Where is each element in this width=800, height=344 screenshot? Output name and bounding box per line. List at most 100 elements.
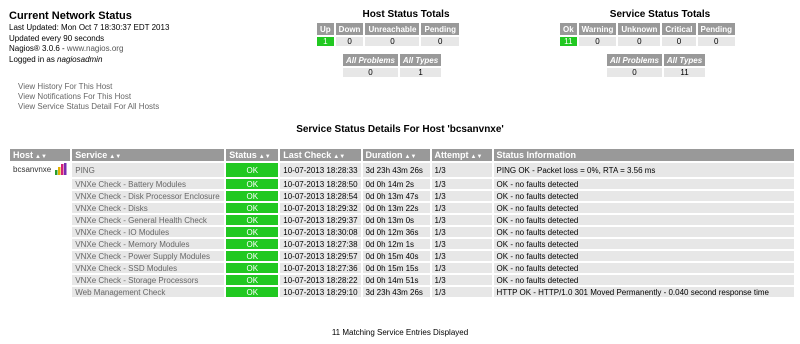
service-name[interactable]: VNXe Check - General Health Check [72, 215, 225, 225]
service-details-title: Service Status Details For Host 'bcsanvn… [296, 124, 504, 135]
service-warning-count: 0 [578, 37, 617, 46]
attempt: 1/3 [431, 263, 492, 273]
bars-icon[interactable] [55, 163, 67, 177]
service-name[interactable]: PING [72, 163, 225, 177]
service-name[interactable]: VNXe Check - IO Modules [72, 227, 225, 237]
table-row: VNXe Check - Disk Processor Enclosure OK 1… [10, 191, 794, 201]
duration: 0d 0h 12m 1s [362, 239, 430, 249]
last-check: 10-07-2013 18:28:54 [280, 191, 361, 201]
view-all-services-link[interactable]: View Service Status Detail For All Hosts [18, 102, 159, 112]
service-name[interactable]: VNXe Check - Storage Processors [72, 275, 225, 285]
version-text: Nagios® 3.0.6 - [9, 44, 67, 53]
column-duration[interactable]: Duration ▲▼ [362, 149, 430, 161]
attempt: 1/3 [431, 287, 492, 297]
table-row: bcsanvnxe PING OK 10-07-2013 18:28:33 3d 23h… [10, 163, 794, 177]
host-all-types-count: 1 [399, 68, 442, 77]
host-empty-cell [10, 203, 71, 213]
service-all-problems-header[interactable]: All Problems [607, 54, 662, 66]
last-check: 10-07-2013 18:29:10 [280, 287, 361, 297]
service-pending-header[interactable]: Pending [697, 23, 736, 35]
status-information: OK - no faults detected [493, 203, 794, 213]
host-all-problems-header[interactable]: All Problems [343, 54, 398, 66]
service-ok-header[interactable]: Ok [560, 23, 577, 35]
host-empty-cell [10, 179, 71, 189]
service-name[interactable]: VNXe Check - Battery Modules [72, 179, 225, 189]
status-badge: OK [226, 263, 279, 273]
last-check: 10-07-2013 18:27:36 [280, 263, 361, 273]
column-service[interactable]: Service ▲▼ [72, 149, 225, 161]
status-badge: OK [226, 203, 279, 213]
attempt: 1/3 [431, 227, 492, 237]
view-history-link[interactable]: View History For This Host [18, 82, 159, 92]
service-name[interactable]: VNXe Check - Memory Modules [72, 239, 225, 249]
host-pending-header[interactable]: Pending [421, 23, 460, 35]
service-unknown-header[interactable]: Unknown [618, 23, 661, 35]
status-information: OK - no faults detected [493, 191, 794, 201]
host-down-header[interactable]: Down [335, 23, 364, 35]
host-empty-cell [10, 191, 71, 201]
service-pending-count: 0 [697, 37, 736, 46]
host-up-header[interactable]: Up [317, 23, 334, 35]
column-host[interactable]: Host ▲▼ [10, 149, 71, 161]
last-check: 10-07-2013 18:28:50 [280, 179, 361, 189]
last-check: 10-07-2013 18:29:32 [280, 203, 361, 213]
username: nagiosadmin [57, 54, 103, 64]
service-name[interactable]: VNXe Check - Power Supply Modules [72, 251, 225, 261]
last-check: 10-07-2013 18:27:38 [280, 239, 361, 249]
page-title: Current Network Status [9, 10, 132, 22]
nagios-site-link[interactable]: www.nagios.org [67, 44, 123, 53]
table-row: Web Management Check OK 10-07-2013 18:29:1… [10, 287, 794, 297]
host-unreachable-header[interactable]: Unreachable [365, 23, 420, 35]
host-empty-cell [10, 287, 71, 297]
host-totals-table: Up Down Unreachable Pending 1 0 0 0 [315, 21, 461, 48]
host-all-types-header[interactable]: All Types [399, 54, 442, 66]
duration: 0d 0h 15m 40s [362, 251, 430, 261]
service-all-problems-count: 0 [607, 68, 662, 77]
sort-arrows-icon[interactable]: ▲▼ [35, 154, 47, 160]
status-badge: OK [226, 287, 279, 297]
host-summary-table: All Problems All Types 0 1 [341, 52, 443, 79]
last-check: 10-07-2013 18:29:37 [280, 215, 361, 225]
service-name[interactable]: VNXe Check - Disk Processor Enclosure [72, 191, 225, 201]
host-empty-cell [10, 251, 71, 261]
service-critical-header[interactable]: Critical [662, 23, 696, 35]
host-empty-cell [10, 239, 71, 249]
column-last-check[interactable]: Last Check ▲▼ [280, 149, 361, 161]
host-totals-title: Host Status Totals [362, 9, 450, 20]
status-information: OK - no faults detected [493, 227, 794, 237]
last-check: 10-07-2013 18:29:57 [280, 251, 361, 261]
status-information: PING OK - Packet loss = 0%, RTA = 3.56 m… [493, 163, 794, 177]
column-status[interactable]: Status ▲▼ [226, 149, 279, 161]
host-name-cell: bcsanvnxe [10, 163, 71, 177]
duration: 3d 23h 43m 26s [362, 287, 430, 297]
service-name[interactable]: VNXe Check - Disks [72, 203, 225, 213]
sort-arrows-icon[interactable]: ▲▼ [405, 154, 417, 160]
service-name[interactable]: VNXe Check - SSD Modules [72, 263, 225, 273]
host-link[interactable]: bcsanvnxe [13, 165, 51, 174]
service-all-types-header[interactable]: All Types [663, 54, 706, 66]
attempt: 1/3 [431, 251, 492, 261]
update-interval: Updated every 90 seconds [9, 33, 105, 43]
status-badge: OK [226, 191, 279, 201]
status-info: Last Updated: Mon Oct 7 18:30:37 EDT 201… [9, 23, 169, 65]
sort-arrows-icon[interactable]: ▲▼ [471, 154, 483, 160]
duration: 3d 23h 43m 26s [362, 163, 430, 177]
column-attempt[interactable]: Attempt ▲▼ [431, 149, 492, 161]
duration: 0d 0h 13m 0s [362, 215, 430, 225]
service-name[interactable]: Web Management Check [72, 287, 225, 297]
status-information: OK - no faults detected [493, 239, 794, 249]
attempt: 1/3 [431, 191, 492, 201]
duration: 0d 0h 13m 22s [362, 203, 430, 213]
view-notifications-link[interactable]: View Notifications For This Host [18, 92, 159, 102]
sort-arrows-icon[interactable]: ▲▼ [259, 154, 271, 160]
status-information: OK - no faults detected [493, 275, 794, 285]
service-unknown-count: 0 [618, 37, 661, 46]
sort-arrows-icon[interactable]: ▲▼ [109, 154, 121, 160]
column-status-information: Status Information [493, 149, 794, 161]
sort-arrows-icon[interactable]: ▲▼ [333, 154, 345, 160]
service-totals-table: Ok Warning Unknown Critical Pending 11 0… [558, 21, 737, 48]
attempt: 1/3 [431, 275, 492, 285]
attempt: 1/3 [431, 215, 492, 225]
status-badge: OK [226, 275, 279, 285]
service-warning-header[interactable]: Warning [578, 23, 617, 35]
